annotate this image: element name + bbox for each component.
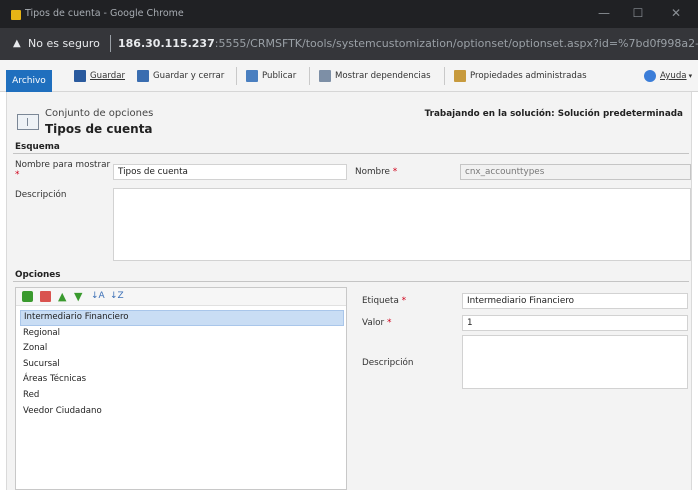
properties-icon bbox=[454, 70, 466, 82]
solution-label: Trabajando en la solución: Solución pred… bbox=[424, 109, 683, 119]
sort-descending-icon[interactable]: ↓Z bbox=[110, 291, 124, 302]
browser-title-bar: Tipos de cuenta - Google Chrome — ☐ ✕ bbox=[0, 0, 698, 28]
form-content: Conjunto de opciones Tipos de cuenta Tra… bbox=[6, 92, 692, 490]
option-label-label: Etiqueta * bbox=[362, 296, 406, 306]
show-dependencies-label: Mostrar dependencias bbox=[335, 71, 431, 81]
option-value-text: Valor bbox=[362, 318, 385, 328]
chevron-down-icon: ▾ bbox=[688, 72, 693, 80]
required-marker: * bbox=[15, 170, 20, 180]
show-dependencies-button[interactable]: Mostrar dependencias bbox=[319, 68, 431, 84]
url-host: 186.30.115.237 bbox=[118, 37, 215, 50]
page-title: Tipos de cuenta bbox=[45, 122, 153, 136]
required-marker: * bbox=[401, 296, 407, 306]
options-list-panel: ▲ ▼ ↓A ↓Z Intermediario Financiero Region… bbox=[15, 287, 347, 490]
entity-subtitle: Conjunto de opciones bbox=[45, 108, 154, 119]
warning-icon[interactable]: ▲ bbox=[13, 38, 21, 49]
dependencies-icon bbox=[319, 70, 331, 82]
url-text[interactable]: 186.30.115.237:5555/CRMSFTK/tools/system… bbox=[118, 37, 698, 50]
list-item[interactable]: Áreas Técnicas bbox=[20, 372, 344, 388]
help-icon bbox=[644, 70, 656, 82]
list-item[interactable]: Red bbox=[20, 388, 344, 404]
option-label-text: Etiqueta bbox=[362, 296, 399, 306]
options-list: Intermediario Financiero Regional Zonal Suc… bbox=[20, 310, 344, 419]
optionset-icon bbox=[17, 114, 39, 130]
list-item[interactable]: Zonal bbox=[20, 341, 344, 357]
ribbon-separator bbox=[236, 67, 237, 85]
list-item[interactable]: Regional bbox=[20, 326, 344, 342]
save-close-label: Guardar y cerrar bbox=[153, 71, 225, 81]
ribbon-separator bbox=[309, 67, 310, 85]
option-description-textarea[interactable] bbox=[462, 335, 688, 389]
publish-icon bbox=[246, 70, 258, 82]
archivo-tab[interactable]: Archivo bbox=[6, 70, 52, 92]
address-bar[interactable]: ▲ No es seguro 186.30.115.237:5555/CRMSF… bbox=[0, 28, 698, 60]
description-label: Descripción bbox=[15, 190, 67, 200]
list-item[interactable]: Veedor Ciudadano bbox=[20, 404, 344, 420]
name-input[interactable]: cnx_accounttypes bbox=[460, 164, 691, 180]
save-close-icon bbox=[137, 70, 149, 82]
option-label-input[interactable]: Intermediario Financiero bbox=[462, 293, 688, 309]
help-button[interactable]: Ayuda ▾ bbox=[644, 68, 692, 84]
options-divider bbox=[13, 281, 689, 282]
list-item[interactable]: Sucursal bbox=[20, 357, 344, 373]
required-marker: * bbox=[392, 167, 398, 177]
close-icon[interactable]: ✕ bbox=[668, 6, 684, 20]
publish-button[interactable]: Publicar bbox=[246, 68, 296, 84]
option-value-label: Valor * bbox=[362, 318, 391, 328]
save-icon bbox=[74, 70, 86, 82]
name-label: Nombre * bbox=[355, 167, 397, 177]
not-secure-label[interactable]: No es seguro bbox=[28, 37, 100, 50]
app-icon bbox=[11, 10, 21, 20]
save-button[interactable]: Guardar bbox=[74, 68, 125, 84]
address-separator bbox=[110, 35, 111, 52]
minimize-icon[interactable]: — bbox=[596, 6, 612, 20]
sort-ascending-icon[interactable]: ↓A bbox=[91, 291, 105, 302]
save-label: Guardar bbox=[90, 71, 126, 81]
description-textarea[interactable] bbox=[113, 188, 691, 261]
managed-properties-label: Propiedades administradas bbox=[470, 71, 587, 81]
option-description-label: Descripción bbox=[362, 358, 414, 368]
required-marker: * bbox=[386, 318, 392, 328]
display-name-input[interactable]: Tipos de cuenta bbox=[113, 164, 347, 180]
publish-label: Publicar bbox=[262, 71, 297, 81]
options-section-title: Opciones bbox=[15, 270, 61, 280]
delete-option-icon[interactable] bbox=[40, 291, 51, 302]
url-path: :5555/CRMSFTK/tools/systemcustomization/… bbox=[214, 37, 698, 50]
move-up-icon[interactable]: ▲ bbox=[58, 291, 69, 302]
ribbon-separator bbox=[444, 67, 445, 85]
options-toolbar: ▲ ▼ ↓A ↓Z bbox=[16, 288, 346, 306]
ribbon-toolbar: Archivo Guardar Guardar y cerrar Publica… bbox=[0, 60, 698, 92]
option-value-input[interactable]: 1 bbox=[462, 315, 688, 331]
move-down-icon[interactable]: ▼ bbox=[74, 291, 85, 302]
window-title: Tipos de cuenta - Google Chrome bbox=[25, 8, 184, 19]
list-item[interactable]: Intermediario Financiero bbox=[20, 310, 344, 326]
schema-section-title: Esquema bbox=[15, 142, 60, 152]
maximize-icon[interactable]: ☐ bbox=[630, 6, 646, 20]
display-name-label: Nombre para mostrar bbox=[15, 160, 111, 170]
help-label: Ayuda bbox=[660, 71, 687, 81]
managed-properties-button[interactable]: Propiedades administradas bbox=[454, 68, 587, 84]
name-label-text: Nombre bbox=[355, 167, 390, 177]
save-close-button[interactable]: Guardar y cerrar bbox=[137, 68, 224, 84]
schema-divider bbox=[13, 153, 689, 154]
add-option-icon[interactable] bbox=[22, 291, 33, 302]
